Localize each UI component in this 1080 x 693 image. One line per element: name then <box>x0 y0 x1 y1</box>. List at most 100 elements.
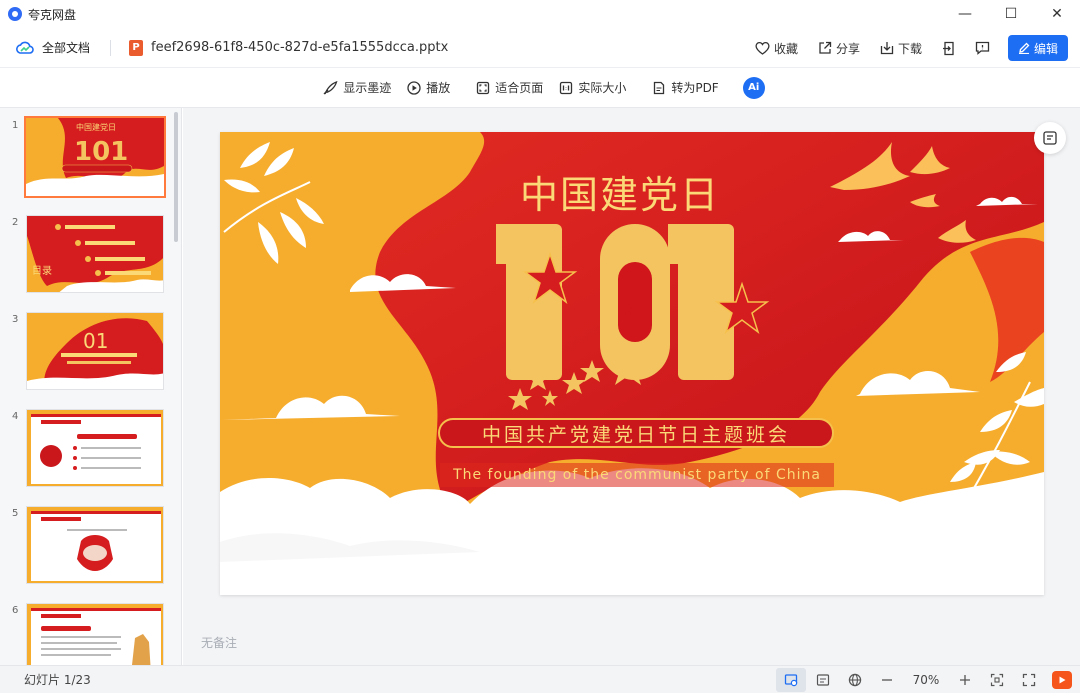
current-slide: 中国建党日 周年 中国共产党建党日节日主题班会 The founding of … <box>220 132 1044 595</box>
status-bar: 幻灯片 1/23 70% <box>0 665 1080 693</box>
convert-pdf-button[interactable]: 转为PDF <box>644 74 726 102</box>
heart-icon <box>755 41 770 55</box>
slide-view-icon <box>784 674 798 687</box>
fit-page-icon <box>477 81 490 94</box>
slide-tool-button[interactable] <box>1034 122 1066 154</box>
minus-icon <box>882 679 892 681</box>
play-circle-icon <box>407 80 421 95</box>
play-button[interactable]: 播放 <box>399 74 458 102</box>
share-icon <box>819 41 832 54</box>
normal-view-button[interactable] <box>776 668 806 692</box>
thumbnail-row[interactable]: 4 <box>0 409 181 493</box>
play-label: 播放 <box>426 81 451 95</box>
globe-icon <box>848 673 862 687</box>
fullscreen-button[interactable] <box>1014 668 1044 692</box>
export-button[interactable] <box>934 34 964 62</box>
fit-page-button[interactable]: 适合页面 <box>468 74 551 102</box>
minimize-button[interactable]: — <box>942 0 988 28</box>
fullscreen-icon <box>1022 673 1036 687</box>
slide-thumbnail[interactable]: 目录 <box>26 215 164 293</box>
actual-size-icon <box>560 81 573 94</box>
pdf-icon <box>654 81 665 94</box>
thumbnail-label: 目录 <box>32 266 52 277</box>
thumbnail-row[interactable]: 2 目录 <box>0 215 181 299</box>
thumbnail-number: 2 <box>12 217 19 228</box>
share-label: 分享 <box>835 41 860 56</box>
quill-icon <box>323 80 338 94</box>
window-controls: — ☐ ✕ <box>942 0 1080 28</box>
feedback-button[interactable] <box>968 34 998 62</box>
svg-text:中国建党日: 中国建党日 <box>76 122 116 132</box>
export-icon <box>942 41 954 55</box>
file-name: feef2698-61f8-450c-827d-e5fa1555dcca.ppt… <box>151 40 449 55</box>
thumbnail-panel: 1 中国建党日 101 2 目录 3 01 4 5 6 <box>0 108 182 665</box>
download-button[interactable]: 下载 <box>872 34 930 62</box>
slide-viewer: 中国建党日 周年 中国共产党建党日节日主题班会 The founding of … <box>183 108 1080 665</box>
note-icon <box>1043 131 1057 145</box>
pptx-file-icon: P <box>129 39 144 56</box>
thumbnail-row[interactable]: 1 中国建党日 101 <box>0 116 181 202</box>
thumbnail-row[interactable]: 5 <box>0 506 181 590</box>
file-bar: 全部文档 P feef2698-61f8-450c-827d-e5fa1555d… <box>0 28 1080 68</box>
play-icon <box>1059 676 1066 684</box>
notes-view-button[interactable] <box>808 668 838 692</box>
convert-pdf-label: 转为PDF <box>671 81 719 95</box>
fit-window-button[interactable] <box>982 668 1012 692</box>
thumbnail-label: 01 <box>83 329 109 353</box>
all-docs-link[interactable]: 全部文档 <box>42 39 90 56</box>
edit-label: 编辑 <box>1033 41 1058 56</box>
quark-logo-icon <box>8 7 22 21</box>
slide-title: 中国建党日 <box>520 173 721 217</box>
pencil-icon <box>1018 42 1030 54</box>
zoom-out-button[interactable] <box>872 668 902 692</box>
actual-size-label: 实际大小 <box>578 81 627 95</box>
divider <box>110 39 112 56</box>
ai-assistant-button[interactable]: Ai <box>742 76 765 99</box>
slide-counter: 幻灯片 1/23 <box>24 673 91 687</box>
title-bar: 夸克网盘 — ☐ ✕ <box>0 0 1080 28</box>
thumbnail-number: 1 <box>12 120 19 131</box>
status-controls: 70% <box>776 666 1072 693</box>
zoom-in-button[interactable] <box>950 668 980 692</box>
notes-icon <box>816 674 830 686</box>
fit-page-label: 适合页面 <box>495 81 544 95</box>
plus-icon <box>960 675 970 685</box>
speaker-notes[interactable]: 无备注 <box>201 634 237 651</box>
share-button[interactable]: 分享 <box>810 34 868 62</box>
actual-size-button[interactable]: 实际大小 <box>551 74 634 102</box>
slide-anniversary: 周年 <box>623 280 646 331</box>
thumbnail-number: 3 <box>12 314 19 325</box>
slide-thumbnail[interactable] <box>26 603 164 665</box>
cloud-icon[interactable] <box>16 39 34 57</box>
show-ink-label: 显示墨迹 <box>343 81 392 95</box>
thumbnail-number: 5 <box>12 508 19 519</box>
language-button[interactable] <box>840 668 870 692</box>
slide-banner-text: 中国共产党建党日节日主题班会 <box>481 423 790 446</box>
file-actions: 收藏 分享 下载 编辑 <box>747 28 1068 68</box>
viewer-toolbar: 显示墨迹 播放 适合页面 实际大小 转为PDF Ai <box>0 68 1080 108</box>
slide-thumbnail[interactable] <box>26 409 164 487</box>
thumbnail-row[interactable]: 6 <box>0 603 181 665</box>
slideshow-play-button[interactable] <box>1052 671 1072 689</box>
close-button[interactable]: ✕ <box>1034 0 1080 28</box>
slide-thumbnail[interactable]: 中国建党日 101 <box>24 116 166 198</box>
feedback-icon <box>976 41 990 55</box>
thumbnail-scrollbar[interactable] <box>174 112 178 242</box>
slide-english-subtitle: The founding of the communist party of C… <box>440 463 834 487</box>
thumbnail-row[interactable]: 3 01 <box>0 312 181 396</box>
download-label: 下载 <box>897 41 922 56</box>
slide-thumbnail[interactable] <box>26 506 164 584</box>
show-ink-button[interactable]: 显示墨迹 <box>315 74 399 102</box>
maximize-button[interactable]: ☐ <box>988 0 1034 28</box>
svg-text:101: 101 <box>74 137 128 167</box>
download-icon <box>880 42 894 55</box>
app-title: 夸克网盘 <box>28 7 77 22</box>
slide-thumbnail[interactable]: 01 <box>26 312 164 390</box>
edit-button[interactable]: 编辑 <box>1007 35 1068 61</box>
focus-icon <box>990 673 1004 687</box>
thumbnail-number: 6 <box>12 605 19 616</box>
thumbnail-number: 4 <box>12 411 19 422</box>
zoom-level[interactable]: 70% <box>904 673 948 687</box>
favorite-label: 收藏 <box>773 41 798 56</box>
favorite-button[interactable]: 收藏 <box>747 34 806 62</box>
